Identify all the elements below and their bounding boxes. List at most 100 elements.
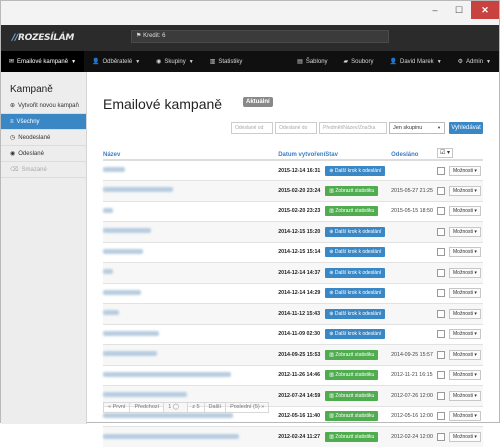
options-dropdown[interactable]: Možnosti ▾ [449,206,481,216]
row-checkbox[interactable] [437,269,445,277]
column-header-sent[interactable]: Odesláno [391,144,437,160]
status-button[interactable]: ⊕ Další krok k odeslání [325,166,385,176]
cell-name[interactable] [103,283,278,304]
row-checkbox[interactable] [437,187,445,195]
options-dropdown[interactable]: Možnosti ▾ [449,432,481,442]
status-button[interactable]: ▥ Zobrazit statistiku [325,432,378,442]
nav-templates[interactable]: ▤ Šablony [289,51,335,72]
table-row[interactable]: 2014-12-14 14:29⊕ Další krok k odesláníM… [103,283,483,304]
status-button[interactable]: ⊕ Další krok k odeslání [325,268,385,278]
row-checkbox[interactable] [437,412,445,420]
options-dropdown[interactable]: Možnosti ▾ [449,329,481,339]
page-title: Emailové kampaně [103,96,222,112]
pager-first[interactable]: « První [104,403,130,412]
status-button[interactable]: ▥ Zobrazit statistiku [325,411,378,421]
row-checkbox[interactable] [437,371,445,379]
table-row[interactable]: 2014-11-12 15:43⊕ Další krok k odesláníM… [103,304,483,325]
options-dropdown[interactable]: Možnosti ▾ [449,227,481,237]
nav-statistics[interactable]: ▥ Statistiky [202,51,251,72]
row-checkbox[interactable] [437,228,445,236]
nav-admin-label: Admin [466,59,483,65]
column-header-created[interactable]: Datum vytvoření [278,144,325,160]
subject-search-input[interactable]: Předmět/Název/Značka [319,122,387,134]
options-dropdown[interactable]: Možnosti ▾ [449,309,481,319]
row-checkbox[interactable] [437,330,445,338]
pager-next[interactable]: Další [205,403,227,412]
nav-campaigns[interactable]: ✉ Emailové kampaně ▼ [1,51,84,72]
nav-files[interactable]: ▰ Soubory [336,51,382,72]
cell-name[interactable] [103,222,278,243]
cell-name[interactable] [103,201,278,222]
column-header-status[interactable]: Stav [325,144,391,160]
sidebar-item-all[interactable]: ≡Všechny [1,114,86,130]
status-button[interactable]: ▥ Zobrazit statistiku [325,186,378,196]
options-dropdown[interactable]: Možnosti ▾ [449,350,481,360]
nav-subscribers[interactable]: 👤 Odběratelé ▼ [84,51,148,72]
cell-name[interactable] [103,304,278,325]
options-dropdown[interactable]: Možnosti ▾ [449,186,481,196]
options-dropdown[interactable]: Možnosti ▾ [449,247,481,257]
status-button[interactable]: ⊕ Další krok k odeslání [325,288,385,298]
options-dropdown[interactable]: Možnosti ▾ [449,411,481,421]
table-row[interactable]: 2014-12-15 15:20⊕ Další krok k odesláníM… [103,222,483,243]
cell-name[interactable] [103,427,278,447]
table-row[interactable]: 2014-12-14 14:37⊕ Další krok k odesláníM… [103,263,483,284]
page-number-input[interactable]: 1 ◯ [164,403,188,412]
table-row[interactable]: 2014-12-15 15:14⊕ Další krok k odesláníM… [103,242,483,263]
table-row[interactable]: 2015-12-14 16:31⊕ Další krok k odesláníM… [103,160,483,181]
status-button[interactable]: ▥ Zobrazit statistiku [325,391,378,401]
logo[interactable]: //ROZESÍLÁM [12,33,74,43]
minimize-button[interactable]: – [423,1,447,19]
cell-name[interactable] [103,345,278,366]
status-button[interactable]: ▥ Zobrazit statistiku [325,350,378,360]
options-dropdown[interactable]: Možnosti ▾ [449,166,481,176]
date-from-input[interactable]: Odeslané od [231,122,273,134]
table-row[interactable]: 2012-11-26 14:46▥ Zobrazit statistiku201… [103,365,483,386]
row-checkbox[interactable] [437,207,445,215]
options-dropdown[interactable]: Možnosti ▾ [449,391,481,401]
close-button[interactable]: ✕ [471,1,499,19]
search-button[interactable]: Vyhledávat [449,122,483,134]
status-button[interactable]: ⊕ Další krok k odeslání [325,329,385,339]
pager-prev[interactable]: Předchozí [130,403,164,412]
table-row[interactable]: 2014-11-09 02:30⊕ Další krok k odesláníM… [103,324,483,345]
cell-name[interactable] [103,263,278,284]
group-select[interactable]: Jen skupinu ▼ [389,122,445,134]
row-checkbox[interactable] [437,392,445,400]
table-row[interactable]: 2014-09-25 15:53▥ Zobrazit statistiku201… [103,345,483,366]
date-to-input[interactable]: Odeslané do [275,122,317,134]
sidebar-item-sent[interactable]: ◉Odeslané [1,146,86,162]
status-button[interactable]: ▥ Zobrazit statistiku [325,206,378,216]
table-row[interactable]: 2015-02-20 23:23▥ Zobrazit statistiku201… [103,201,483,222]
options-dropdown[interactable]: Možnosti ▾ [449,370,481,380]
cell-name[interactable] [103,181,278,202]
pager-last[interactable]: Poslední (5) » [226,403,268,412]
cell-name[interactable] [103,365,278,386]
options-dropdown[interactable]: Možnosti ▾ [449,288,481,298]
row-checkbox[interactable] [437,433,445,441]
table-row[interactable]: 2015-02-20 23:24▥ Zobrazit statistiku201… [103,181,483,202]
cell-name[interactable] [103,242,278,263]
sidebar-item-create[interactable]: ⊕Vytvořit novou kampaň [1,98,86,114]
status-button[interactable]: ⊕ Další krok k odeslání [325,247,385,257]
maximize-button[interactable]: ☐ [447,1,471,19]
row-checkbox[interactable] [437,310,445,318]
sidebar-item-deleted[interactable]: ⌫Smazané [1,162,86,178]
table-row[interactable]: 2012-02-24 11:27▥ Zobrazit statistiku201… [103,427,483,447]
status-button[interactable]: ▥ Zobrazit statistiku [325,370,378,380]
cell-name[interactable] [103,160,278,181]
nav-admin[interactable]: ⚙ Admin ▼ [450,51,499,72]
row-checkbox[interactable] [437,289,445,297]
row-checkbox[interactable] [437,351,445,359]
status-button[interactable]: ⊕ Další krok k odeslání [325,227,385,237]
sidebar-item-unsent[interactable]: ◷Neodeslané [1,130,86,146]
cell-name[interactable] [103,324,278,345]
column-header-name[interactable]: Název [103,144,278,160]
row-checkbox[interactable] [437,248,445,256]
nav-groups[interactable]: ◉ Skupiny ▼ [148,51,202,72]
row-checkbox[interactable] [437,167,445,175]
status-button[interactable]: ⊕ Další krok k odeslání [325,309,385,319]
select-all-dropdown[interactable]: ☑ ▾ [437,148,453,158]
nav-user[interactable]: 👤 David Marek ▼ [382,51,450,72]
options-dropdown[interactable]: Možnosti ▾ [449,268,481,278]
